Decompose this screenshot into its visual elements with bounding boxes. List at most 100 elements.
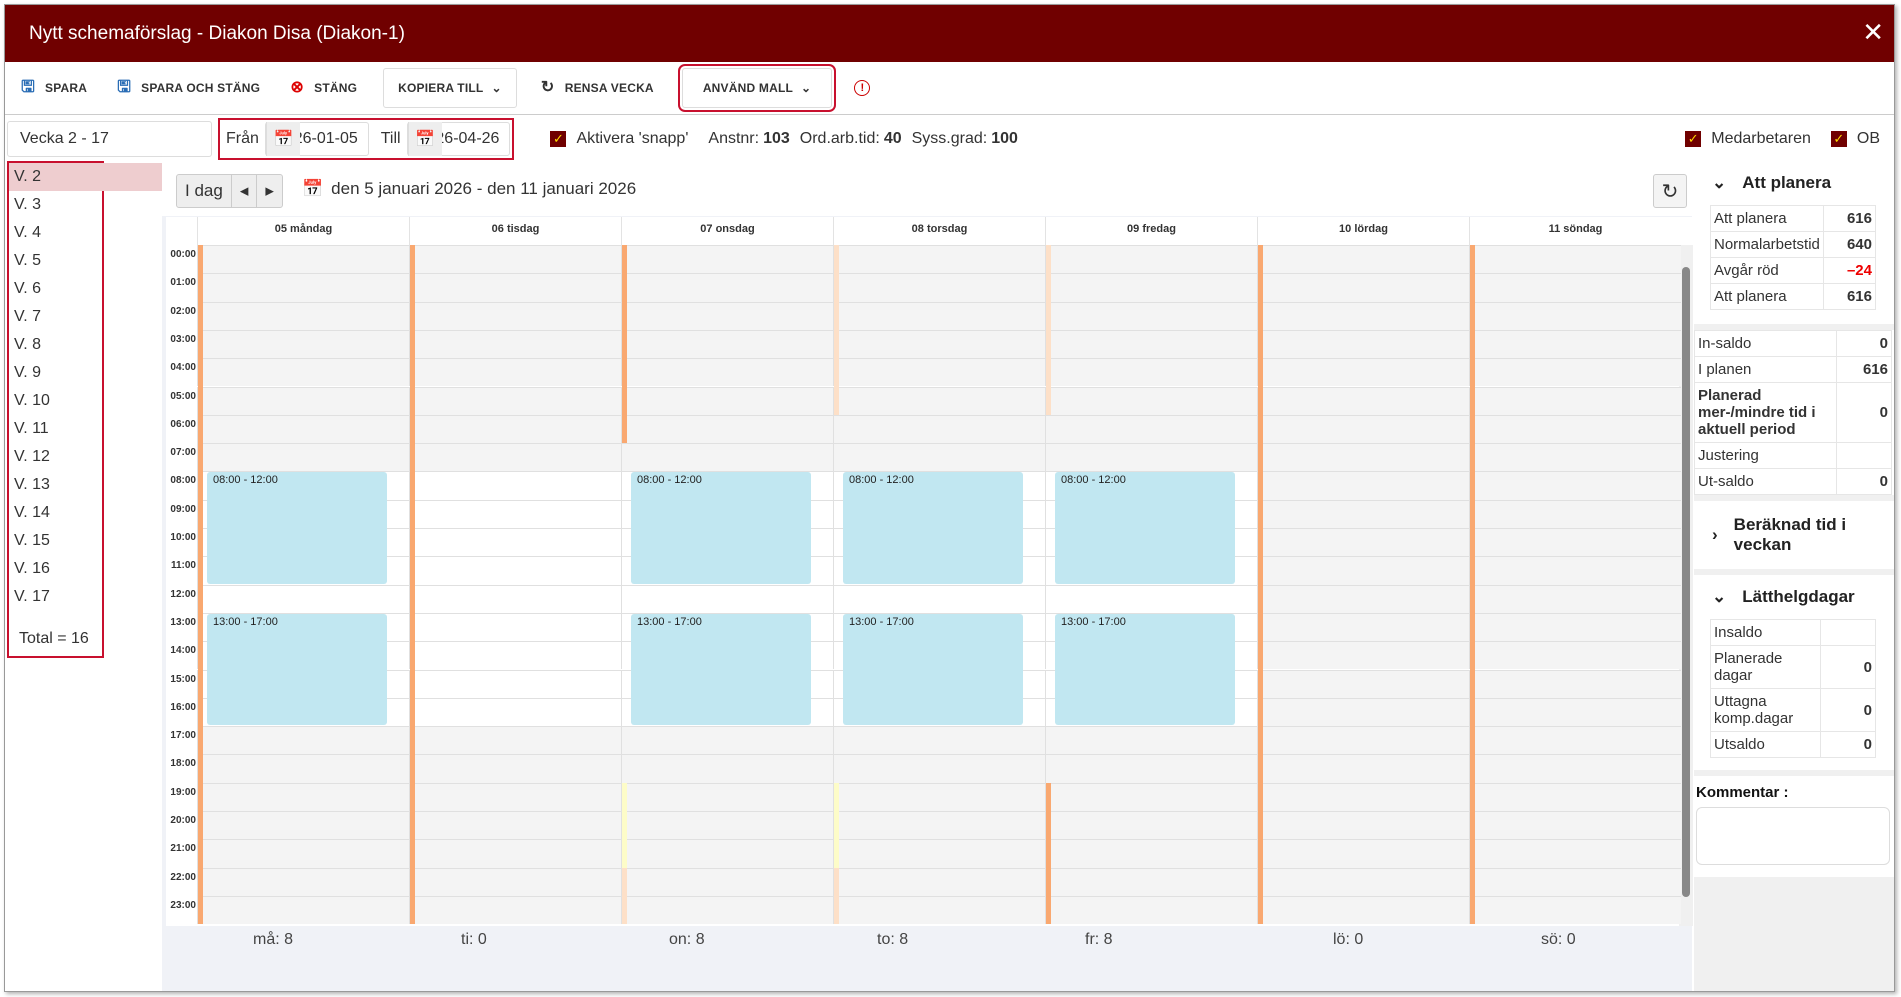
time-slot[interactable] [1257,556,1469,585]
time-slot[interactable] [1469,867,1681,896]
calendar-icon[interactable]: 📅 [265,122,300,156]
time-slot[interactable] [409,584,621,613]
time-slot[interactable] [833,443,1045,472]
use-template-dropdown[interactable]: ANVÄND MALL ⌄ [677,64,837,112]
time-slot[interactable] [409,556,621,585]
time-slot[interactable] [409,386,621,415]
day-header[interactable]: 09 fredag [1045,217,1257,245]
time-slot[interactable] [409,811,621,840]
save-button[interactable]: 🖫 SPARA [5,68,101,108]
time-slot[interactable] [1045,443,1257,472]
today-button[interactable]: I dag [177,175,232,207]
shift-event[interactable]: 13:00 - 17:00 [631,613,811,726]
time-slot[interactable] [833,358,1045,387]
close-icon[interactable]: ✕ [1862,19,1884,45]
time-slot[interactable] [1045,329,1257,359]
time-slot[interactable] [1257,612,1469,642]
time-slot[interactable] [1257,329,1469,359]
time-slot[interactable] [1469,839,1681,868]
comment-input[interactable] [1696,807,1890,865]
time-slot[interactable] [1469,782,1681,811]
time-slot[interactable] [1045,811,1257,840]
time-slot[interactable] [197,867,409,896]
week-item[interactable]: V. 2 [9,163,164,191]
time-slot[interactable] [409,329,621,359]
time-slot[interactable] [409,471,621,500]
week-item[interactable]: V. 3 [9,191,102,219]
time-slot[interactable] [1257,697,1469,727]
week-item[interactable]: V. 12 [9,443,102,471]
week-item[interactable]: V. 17 [9,583,102,611]
time-slot[interactable] [1257,754,1469,783]
time-slot[interactable] [833,301,1045,330]
time-slot[interactable] [197,839,409,868]
time-slot[interactable] [1469,726,1681,755]
week-item[interactable]: V. 7 [9,303,102,331]
employee-checkbox[interactable]: ✓ [1685,131,1702,147]
next-week-button[interactable]: ▸ [257,175,282,207]
latthelg-header[interactable]: ⌄ Lätthelgdagar [1694,575,1894,619]
time-slot[interactable] [409,245,621,274]
time-slot[interactable] [1045,726,1257,755]
scrollbar-thumb[interactable] [1682,267,1690,897]
time-slot[interactable] [197,414,409,444]
warning-icon[interactable]: ! [854,80,871,96]
time-slot[interactable] [1257,528,1469,557]
shift-event[interactable]: 08:00 - 12:00 [843,472,1023,584]
time-slot[interactable] [833,584,1045,613]
time-slot[interactable] [621,726,833,755]
time-slot[interactable] [621,584,833,613]
time-slot[interactable] [1469,584,1681,613]
day-header[interactable]: 10 lördag [1257,217,1469,245]
time-slot[interactable] [409,443,621,472]
time-slot[interactable] [409,528,621,557]
time-slot[interactable] [621,273,833,302]
time-slot[interactable] [1045,584,1257,613]
time-slot[interactable] [621,811,833,840]
time-slot[interactable] [409,697,621,727]
time-slot[interactable] [833,867,1045,896]
time-slot[interactable] [621,895,833,925]
week-range-field[interactable]: Vecka 2 - 17 [7,121,212,157]
time-slot[interactable] [197,245,409,274]
time-slot[interactable] [1045,867,1257,896]
time-slot[interactable] [1469,301,1681,330]
to-date-input[interactable]: 2026-04-26 📅 [406,122,511,156]
time-slot[interactable] [1469,612,1681,642]
time-slot[interactable] [409,273,621,302]
week-item[interactable]: V. 15 [9,527,102,555]
time-slot[interactable] [1469,641,1681,670]
time-slot[interactable] [409,612,621,642]
time-slot[interactable] [1257,414,1469,444]
time-slot[interactable] [197,782,409,811]
time-slot[interactable] [197,895,409,925]
time-slot[interactable] [1469,358,1681,387]
time-slot[interactable] [1257,867,1469,896]
time-slot[interactable] [409,754,621,783]
time-slot[interactable] [1045,358,1257,387]
snap-checkbox[interactable]: ✓ [550,131,567,147]
time-slot[interactable] [1045,895,1257,925]
week-item[interactable]: V. 8 [9,331,102,359]
from-date-input[interactable]: 2026-01-05 📅 [264,122,369,156]
time-slot[interactable] [1469,273,1681,302]
time-slot[interactable] [409,867,621,896]
week-item[interactable]: V. 11 [9,415,102,443]
time-slot[interactable] [1257,669,1469,698]
time-slot[interactable] [1045,273,1257,302]
time-slot[interactable] [1257,386,1469,415]
time-slot[interactable] [409,895,621,925]
calendar-icon[interactable]: 📅 [407,122,442,156]
close-button[interactable]: ⊗ STÄNG [274,68,371,108]
time-slot[interactable] [833,245,1045,274]
time-slot[interactable] [1257,584,1469,613]
time-slot[interactable] [197,358,409,387]
time-slot[interactable] [409,669,621,698]
time-slot[interactable] [621,754,833,783]
week-grid[interactable]: 05 måndag 06 tisdag 07 onsdag 08 torsdag 09 … [166,217,1693,926]
copy-to-dropdown[interactable]: KOPIERA TILL ⌄ [383,68,517,108]
time-slot[interactable] [1469,414,1681,444]
time-slot[interactable] [1469,669,1681,698]
time-slot[interactable] [1257,471,1469,500]
time-slot[interactable] [1257,245,1469,274]
